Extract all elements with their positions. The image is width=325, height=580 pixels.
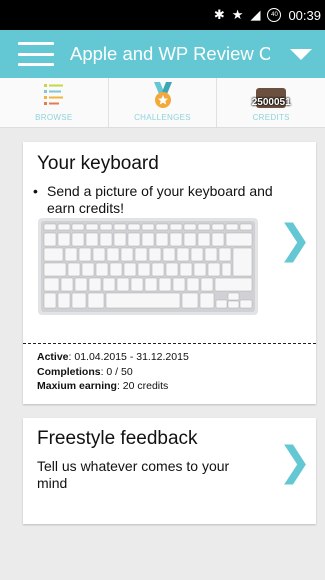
card-title: Freestyle feedback — [37, 428, 198, 449]
chevron-right-icon[interactable]: ❯ — [278, 220, 312, 260]
bullet-text: Send a picture of your keyboard and earn… — [47, 183, 273, 216]
signal-icon: ◢ — [250, 7, 261, 23]
clock: 00:39 — [288, 7, 321, 23]
tab-challenges[interactable]: CHALLENGES — [109, 78, 218, 127]
dropdown-caret-icon[interactable] — [290, 48, 312, 60]
tab-label: BROWSE — [35, 113, 73, 122]
battery-icon: 40 — [267, 8, 282, 22]
challenge-card-keyboard[interactable]: Your keyboard • Send a picture of your ke… — [23, 142, 316, 404]
earning-label: Maxium earning — [37, 380, 117, 392]
active-value: : 01.04.2015 - 31.12.2015 — [68, 351, 189, 363]
chevron-right-icon[interactable]: ❯ — [278, 442, 312, 482]
wallet-icon: 2500051 — [252, 82, 291, 110]
divider — [23, 343, 316, 344]
app-title: Apple and WP Review Ca... — [70, 43, 270, 64]
completions-value: : 0 / 50 — [100, 365, 133, 378]
card-bullet: • Send a picture of your keyboard and ear… — [33, 183, 273, 216]
status-bar: ✱ ★ ◢ 40 00:39 — [0, 0, 325, 30]
bluetooth-icon: ✱ — [213, 7, 225, 23]
tab-bar: BROWSE CHALLENGES 2500051 CREDITS — [0, 78, 325, 128]
earning-value: : 20 credits — [116, 380, 169, 392]
challenge-card-freestyle[interactable]: Freestyle feedback Tell us whatever come… — [23, 418, 316, 524]
list-icon — [43, 82, 64, 110]
credits-amount: 2500051 — [251, 97, 291, 108]
medal-icon — [151, 82, 175, 110]
completions-label: Completions — [37, 365, 101, 378]
active-label: Active — [37, 351, 69, 363]
star-icon: ★ — [231, 7, 244, 23]
tab-label: CHALLENGES — [134, 113, 191, 122]
app-bar: Apple and WP Review Ca... — [0, 30, 325, 78]
tab-browse[interactable]: BROWSE — [0, 78, 109, 127]
tab-label: CREDITS — [252, 113, 290, 122]
keyboard-image — [38, 218, 258, 315]
card-title: Your keyboard — [37, 153, 159, 174]
tab-credits[interactable]: 2500051 CREDITS — [217, 78, 325, 127]
menu-icon[interactable] — [18, 42, 54, 66]
challenge-meta: Active: 01.04.2015 - 31.12.2015 Completi… — [37, 350, 189, 394]
card-description: Tell us whatever comes to your mind — [37, 458, 230, 491]
